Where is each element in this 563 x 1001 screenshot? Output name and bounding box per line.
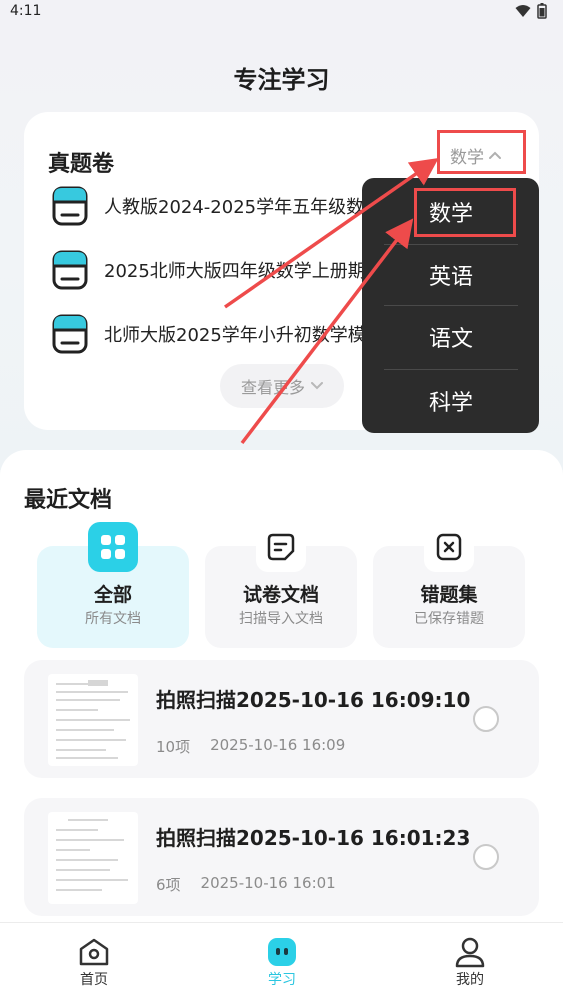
category-exam-docs[interactable]: 试卷文档 扫描导入文档 <box>205 522 357 648</box>
bottom-nav: 首页 学习 我的 <box>0 922 563 1001</box>
exam-doc-icon <box>52 250 88 290</box>
document-meta: 10项 2025-10-16 16:09 <box>156 736 345 757</box>
category-label: 错题集 <box>420 584 478 606</box>
exam-doc-icon <box>52 186 88 226</box>
document-name: 拍照扫描2025-10-16 16:09:10 <box>156 688 471 712</box>
document-name: 拍照扫描2025-10-16 16:01:23 <box>156 826 471 850</box>
document-item[interactable]: 拍照扫描2025-10-16 16:01:23 6项 2025-10-16 16… <box>24 798 539 916</box>
category-sub: 扫描导入文档 <box>239 611 323 627</box>
nav-study-label: 学习 <box>268 972 296 988</box>
nav-profile-label: 我的 <box>456 972 484 988</box>
document-time: 2025-10-16 16:01 <box>200 874 336 892</box>
highlight-math-box <box>414 188 516 237</box>
document-thumbnail <box>48 812 138 904</box>
wifi-icon <box>515 5 531 17</box>
status-bar: 4:11 <box>0 0 563 26</box>
view-more-button[interactable]: 查看更多 <box>220 364 344 408</box>
nav-profile[interactable]: 我的 <box>430 935 510 989</box>
nav-home[interactable]: 首页 <box>54 935 134 989</box>
document-meta: 6项 2025-10-16 16:01 <box>156 874 336 895</box>
document-item[interactable]: 拍照扫描2025-10-16 16:09:10 10项 2025-10-16 1… <box>24 660 539 778</box>
battery-icon <box>537 3 547 19</box>
recent-docs-panel: 最近文档 全部 所有文档 试卷文档 扫描导入文档 错题集 已保存错题 拍照扫描2… <box>0 450 563 1001</box>
menu-item-label: 语文 <box>429 327 474 352</box>
recent-docs-title: 最近文档 <box>24 488 113 513</box>
category-sub: 所有文档 <box>85 611 141 627</box>
document-time: 2025-10-16 16:09 <box>210 736 346 754</box>
exam-card-title: 真题卷 <box>48 152 115 177</box>
view-more-label: 查看更多 <box>240 378 305 397</box>
category-all[interactable]: 全部 所有文档 <box>37 522 189 648</box>
chevron-down-icon <box>311 382 323 390</box>
category-mistakes[interactable]: 错题集 已保存错题 <box>373 522 525 648</box>
menu-item-english[interactable]: 英语 <box>384 243 518 307</box>
nav-study[interactable]: 学习 <box>242 935 322 989</box>
status-icons <box>515 3 547 19</box>
select-checkbox[interactable] <box>473 844 499 870</box>
document-count: 6项 <box>156 876 181 894</box>
category-label: 试卷文档 <box>242 584 319 606</box>
study-icon <box>268 938 296 966</box>
grid-icon <box>88 522 138 572</box>
nav-home-label: 首页 <box>80 972 108 988</box>
document-count: 10项 <box>156 738 191 756</box>
document-thumbnail <box>48 674 138 766</box>
highlight-dropdown-box <box>437 130 526 174</box>
mistake-icon <box>424 522 474 572</box>
home-icon <box>79 938 109 966</box>
exam-doc-icon <box>52 314 88 354</box>
menu-item-chinese[interactable]: 语文 <box>384 305 518 369</box>
select-checkbox[interactable] <box>473 706 499 732</box>
menu-item-label: 英语 <box>429 265 474 290</box>
status-time: 4:11 <box>10 3 42 19</box>
menu-item-label: 科学 <box>429 391 474 416</box>
category-label: 全部 <box>93 584 132 606</box>
category-sub: 已保存错题 <box>414 611 484 627</box>
user-icon <box>455 937 485 968</box>
page-title: 专注学习 <box>233 66 330 94</box>
menu-item-science[interactable]: 科学 <box>384 369 518 433</box>
document-icon <box>256 522 306 572</box>
